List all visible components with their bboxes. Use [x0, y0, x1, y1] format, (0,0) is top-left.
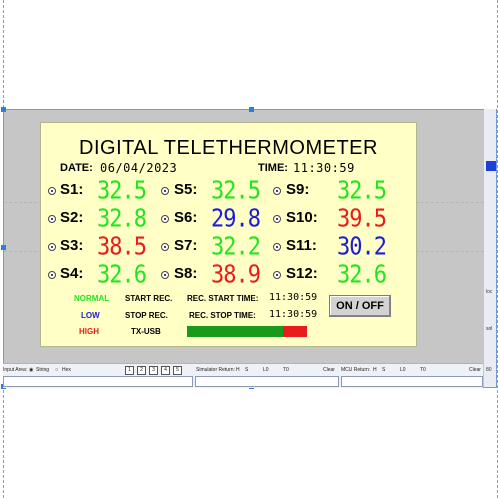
sensor-value-s7: 32.2	[211, 233, 261, 261]
bottom-toolbar: Input Area: ◉ String ○ Hex 1 2 3 4 5 Sim…	[3, 363, 483, 388]
sensor-value-s4: 32.6	[97, 261, 147, 289]
sensor-value-s11: 30.2	[337, 233, 387, 261]
sensor-radio-s8[interactable]	[161, 271, 169, 279]
sensor-value-s12: 32.6	[337, 261, 387, 289]
string-radio[interactable]: ◉	[29, 367, 33, 373]
sensor-radio-s6[interactable]	[161, 215, 169, 223]
sensor-radio-s3[interactable]	[48, 243, 56, 251]
sim-clear-button[interactable]: Clear	[323, 367, 335, 373]
mcu-s-button[interactable]: S	[382, 367, 385, 373]
page-button-1[interactable]: 1	[125, 366, 134, 375]
mcu-t0-button[interactable]: T0	[420, 367, 426, 373]
mcu-return-label: MCU Return:	[341, 367, 371, 373]
sensor-label-s3: S3:	[60, 237, 84, 254]
sensor-radio-s9[interactable]	[273, 187, 281, 195]
page-button-3[interactable]: 3	[149, 366, 158, 375]
sensor-radio-s12[interactable]	[273, 271, 281, 279]
mcu-return-field[interactable]	[341, 376, 483, 387]
input-area-label: Input Area:	[3, 367, 28, 373]
sensor-label-s11: S11:	[286, 237, 317, 254]
sensor-radio-s7[interactable]	[161, 243, 169, 251]
hex-radio[interactable]: ○	[55, 367, 58, 373]
right-side-panel: loc sol 80	[484, 109, 496, 387]
page-button-5[interactable]: 5	[173, 366, 182, 375]
sensor-value-s8: 38.9	[211, 261, 261, 289]
panel-title: DIGITAL TELETHERMOMETER	[79, 137, 378, 159]
sensor-label-s5: S5:	[174, 181, 198, 198]
legend-low: LOW	[81, 311, 100, 320]
tx-usb-button[interactable]: TX-USB	[131, 327, 161, 336]
sensor-label-s4: S4:	[60, 265, 84, 282]
record-progress-fill	[187, 326, 283, 337]
sensor-label-s9: S9:	[286, 181, 310, 198]
sensor-value-s10: 39.5	[337, 205, 387, 233]
right-side-loc: loc	[486, 289, 493, 295]
start-rec-button[interactable]: START REC.	[125, 294, 172, 303]
sensor-radio-s2[interactable]	[48, 215, 56, 223]
legend-high: HIGH	[79, 327, 99, 336]
sim-s-button[interactable]: S	[245, 367, 248, 373]
resize-handle-tl[interactable]	[1, 107, 6, 112]
rec-start-time-label: REC. START TIME:	[187, 294, 259, 303]
sensor-radio-s11[interactable]	[273, 243, 281, 251]
sensor-radio-s10[interactable]	[273, 215, 281, 223]
sim-l0-button[interactable]: L0	[263, 367, 269, 373]
sensor-label-s7: S7:	[174, 237, 198, 254]
time-label: TIME:	[258, 162, 288, 174]
on-off-button[interactable]: ON / OFF	[329, 295, 391, 317]
sensor-label-s8: S8:	[174, 265, 198, 282]
sensor-label-s10: S10:	[286, 209, 318, 226]
right-side-sol: sol	[486, 326, 493, 332]
simulator-return-field[interactable]	[195, 376, 339, 387]
resize-handle-tc[interactable]	[249, 107, 254, 112]
mcu-clear-button[interactable]: Clear	[469, 367, 481, 373]
record-progress-remaining	[283, 326, 307, 337]
sensor-label-s2: S2:	[60, 209, 84, 226]
simulator-return-label: Simulator Return:	[196, 367, 235, 373]
page-button-2[interactable]: 2	[137, 366, 146, 375]
page-button-4[interactable]: 4	[161, 366, 170, 375]
time-value: 11:30:59	[293, 161, 355, 175]
sim-t0-button[interactable]: T0	[283, 367, 289, 373]
date-value: 06/04/2023	[100, 161, 178, 175]
rec-stop-time-label: REC. STOP TIME:	[189, 311, 256, 320]
stop-rec-button[interactable]: STOP REC.	[125, 311, 168, 320]
sensor-value-s2: 32.8	[97, 205, 147, 233]
sensor-value-s3: 38.5	[97, 233, 147, 261]
right-side-num: 80	[486, 367, 492, 373]
sensor-radio-s1[interactable]	[48, 187, 56, 195]
sensor-value-s1: 32.5	[97, 177, 147, 205]
thermometer-panel: DIGITAL TELETHERMOMETER DATE: 06/04/2023…	[40, 122, 417, 347]
mcu-l0-button[interactable]: L0	[400, 367, 406, 373]
right-side-indicator	[486, 161, 496, 171]
date-label: DATE:	[60, 162, 93, 174]
legend-normal: NORMAL	[74, 294, 110, 303]
sensor-label-s1: S1:	[60, 181, 84, 198]
input-area-field[interactable]	[3, 376, 193, 387]
sim-h-button[interactable]: H	[236, 367, 240, 373]
sensor-value-s5: 32.5	[211, 177, 261, 205]
sensor-radio-s5[interactable]	[161, 187, 169, 195]
mcu-h-button[interactable]: H	[373, 367, 377, 373]
sensor-radio-s4[interactable]	[48, 271, 56, 279]
record-progress-bar	[187, 326, 307, 337]
sensor-label-s6: S6:	[174, 209, 198, 226]
rec-stop-time-value: 11:30:59	[269, 309, 318, 320]
rec-start-time-value: 11:30:59	[269, 292, 318, 303]
resize-handle-ml[interactable]	[1, 245, 6, 250]
sensor-value-s6: 29.8	[211, 205, 261, 233]
string-label: String	[36, 367, 50, 373]
sensor-label-s12: S12:	[286, 265, 318, 282]
sensor-value-s9: 32.5	[337, 177, 387, 205]
hex-label: Hex	[62, 367, 71, 373]
